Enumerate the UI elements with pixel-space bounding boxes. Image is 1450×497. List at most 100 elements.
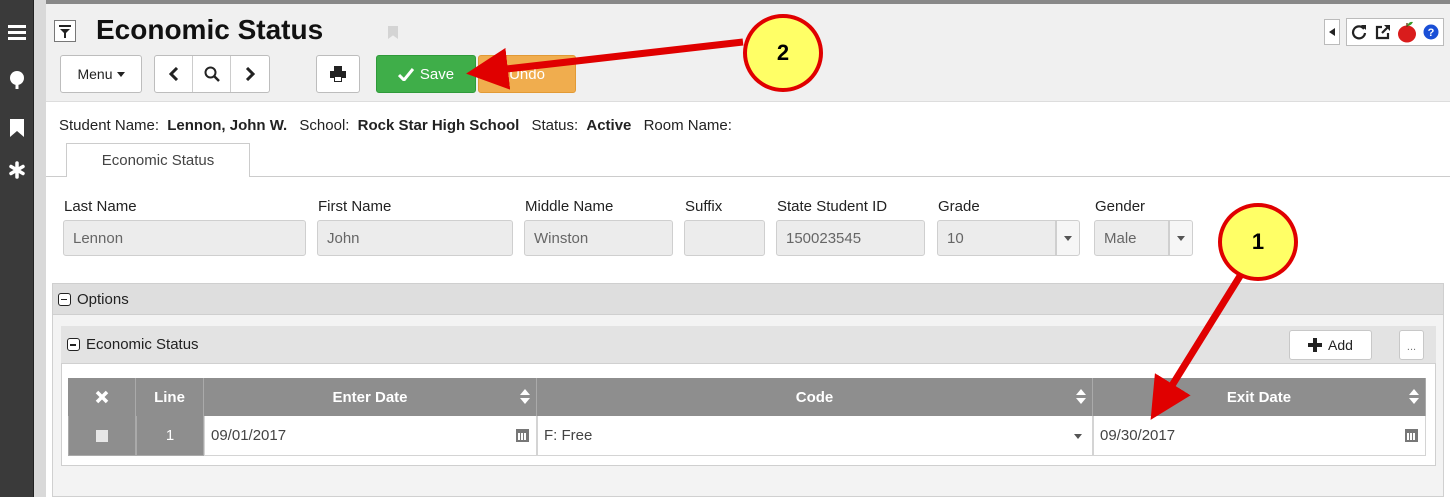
enter-date-value: 09/01/2017 <box>211 427 287 444</box>
room-name-label: Room Name: <box>643 117 732 134</box>
code-cell[interactable]: F: Free <box>537 416 1093 456</box>
gender-dropdown-button[interactable] <box>1169 220 1193 256</box>
row-select-cell <box>68 416 136 456</box>
sort-icon[interactable] <box>1409 389 1419 405</box>
svg-text:?: ? <box>1428 27 1435 39</box>
options-title: Options <box>77 290 129 308</box>
code-header-label: Code <box>795 388 834 406</box>
last-name-label: Last Name <box>64 198 137 215</box>
apple-icon <box>1398 21 1416 43</box>
sidebar-gutter <box>34 0 46 497</box>
first-name-label: First Name <box>318 198 392 215</box>
print-icon <box>330 66 346 82</box>
add-button[interactable]: Add <box>1289 330 1372 360</box>
filter-button[interactable] <box>54 20 76 42</box>
status-value: Active <box>586 117 632 134</box>
collapse-icon[interactable] <box>67 338 80 351</box>
undo-label: Undo <box>509 65 545 83</box>
callout-2: 2 <box>743 14 823 92</box>
grade-label: Grade <box>938 198 980 215</box>
sort-icon[interactable] <box>520 389 530 405</box>
calendar-icon[interactable] <box>1405 429 1418 442</box>
chevron-left-icon <box>168 67 178 81</box>
check-icon <box>397 67 414 81</box>
refresh-icon <box>1351 25 1367 40</box>
delete-column-header[interactable] <box>68 378 136 416</box>
status-label: Status: <box>531 117 579 134</box>
apple-button[interactable] <box>1395 19 1419 45</box>
menu-label: Menu <box>77 66 113 82</box>
economic-status-panel-header[interactable]: Economic Status <box>61 326 1436 364</box>
code-column-header[interactable]: Code <box>537 378 1093 416</box>
previous-button[interactable] <box>155 56 193 92</box>
external-link-button[interactable] <box>1371 19 1395 45</box>
search-button[interactable] <box>193 56 231 92</box>
student-name-value: Lennon, John W. <box>167 117 288 134</box>
state-student-id-field[interactable]: 150023545 <box>776 220 925 256</box>
print-button[interactable] <box>316 55 360 93</box>
school-label: School: <box>299 117 350 134</box>
collapse-arrow-button[interactable] <box>1324 19 1340 45</box>
school-value: Rock Star High School <box>357 117 520 134</box>
exit-date-value: 09/30/2017 <box>1100 427 1176 444</box>
last-name-field[interactable]: Lennon <box>63 220 306 256</box>
asterisk-icon[interactable] <box>7 160 27 180</box>
caret-down-icon <box>1177 235 1185 241</box>
enter-date-cell[interactable]: 09/01/2017 <box>204 416 537 456</box>
line-column-header: Line <box>136 378 204 416</box>
tree-icon[interactable] <box>7 70 27 90</box>
caret-down-icon[interactable] <box>1074 434 1082 439</box>
middle-name-label: Middle Name <box>525 198 614 215</box>
undo-button[interactable]: Undo <box>478 55 576 93</box>
external-link-icon <box>1375 25 1390 40</box>
options-panel-header[interactable]: Options <box>52 283 1444 315</box>
state-student-id-label: State Student ID <box>777 198 888 215</box>
sort-icon[interactable] <box>1076 389 1086 405</box>
economic-status-panel-title: Economic Status <box>86 336 199 353</box>
chevron-right-icon <box>245 67 255 81</box>
bookmark-page-icon[interactable] <box>388 26 398 39</box>
grade-dropdown-button[interactable] <box>1056 220 1080 256</box>
student-name-label: Student Name: <box>59 117 160 134</box>
student-info: Student Name: Lennon, John W. School: Ro… <box>59 117 740 134</box>
add-label: Add <box>1328 337 1353 353</box>
row-checkbox[interactable] <box>96 429 108 442</box>
menu-icon[interactable] <box>7 22 27 42</box>
more-options-button[interactable]: ... <box>1399 330 1424 360</box>
next-button[interactable] <box>231 56 269 92</box>
save-label: Save <box>419 65 455 83</box>
refresh-button[interactable] <box>1347 19 1371 45</box>
gender-label: Gender <box>1095 198 1146 215</box>
enter-date-column-header[interactable]: Enter Date <box>204 378 537 416</box>
first-name-field[interactable]: John <box>317 220 513 256</box>
collapse-arrow-icon <box>1329 28 1335 36</box>
tab-underline <box>46 176 1450 177</box>
suffix-field[interactable] <box>684 220 765 256</box>
exit-date-cell[interactable]: 09/30/2017 <box>1093 416 1426 456</box>
navigation-group <box>154 55 270 93</box>
help-button[interactable]: ? <box>1419 19 1443 45</box>
left-sidebar <box>0 0 34 497</box>
calendar-icon[interactable] <box>516 429 529 442</box>
search-icon <box>204 66 220 82</box>
caret-down-icon <box>116 71 125 77</box>
exit-date-header-label: Exit Date <box>1226 388 1292 406</box>
save-button[interactable]: Save <box>376 55 476 93</box>
callout-1: 1 <box>1218 203 1298 281</box>
bookmark-icon[interactable] <box>7 118 27 138</box>
menu-button[interactable]: Menu <box>60 55 142 93</box>
suffix-label: Suffix <box>685 198 723 215</box>
tab-economic-status[interactable]: Economic Status <box>66 143 250 177</box>
code-value: F: Free <box>544 427 593 444</box>
collapse-icon[interactable] <box>58 292 71 306</box>
caret-down-icon <box>1064 235 1072 241</box>
line-cell: 1 <box>136 416 204 456</box>
help-icon: ? <box>1423 24 1439 40</box>
exit-date-column-header[interactable]: Exit Date <box>1093 378 1426 416</box>
filter-icon <box>59 24 71 38</box>
middle-name-field[interactable]: Winston <box>524 220 673 256</box>
gender-select[interactable]: Male <box>1094 220 1169 256</box>
utility-icons-group: ? <box>1346 18 1444 46</box>
right-toolbar: ? <box>1324 18 1444 46</box>
grade-select[interactable]: 10 <box>937 220 1056 256</box>
